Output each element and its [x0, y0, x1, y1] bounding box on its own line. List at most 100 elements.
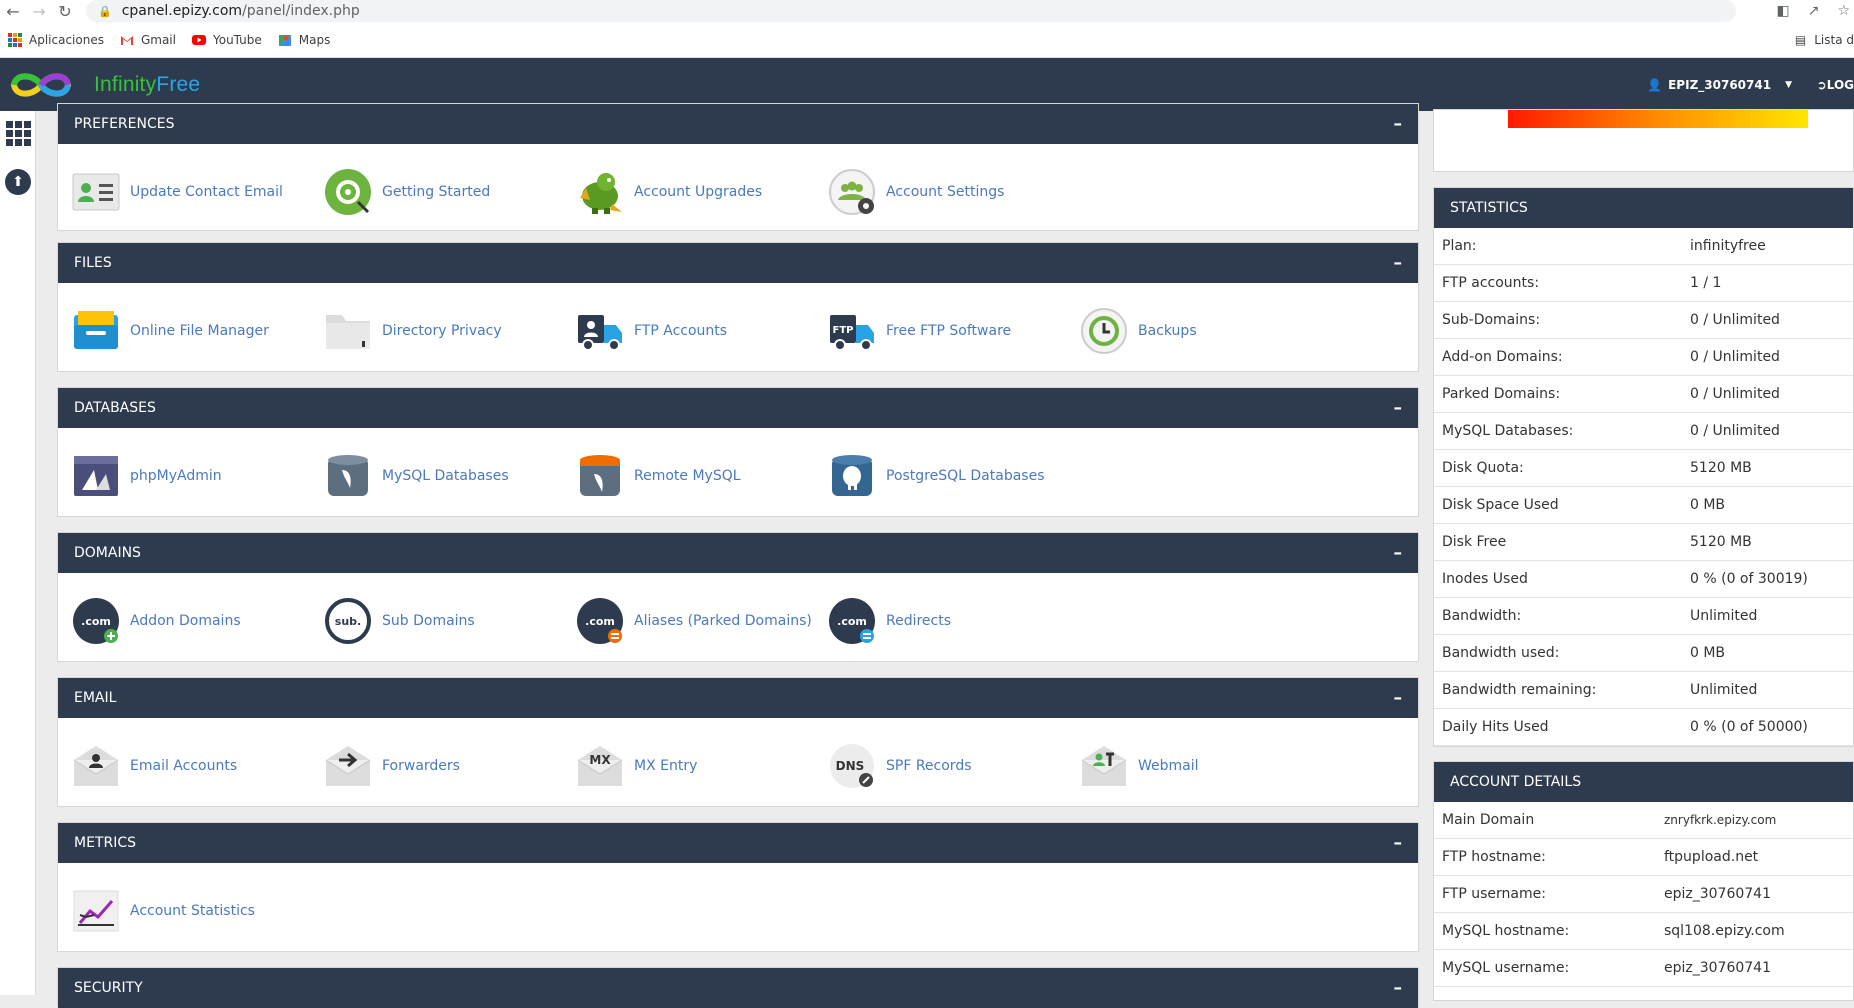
postgresql-icon — [832, 455, 872, 496]
stat-value: 1 / 1 — [1690, 275, 1722, 291]
collapse-icon[interactable]: – — [1394, 114, 1403, 134]
statistics-title: STATISTICS — [1434, 188, 1853, 228]
stat-label: Disk Space Used — [1442, 497, 1559, 513]
user-icon: 👤 — [1647, 77, 1663, 92]
item-account-statistics[interactable]: Account Statistics — [72, 887, 255, 935]
stat-label: Bandwidth: — [1442, 608, 1522, 624]
caret-down-icon: ▼ — [1785, 79, 1792, 90]
address-bar[interactable]: 🔒 cpanel.epizy.com/panel/index.php — [86, 0, 1736, 22]
item-mx-entry[interactable]: MX MX Entry — [576, 742, 697, 790]
bookmark-apps[interactable]: Aplicaciones — [8, 32, 104, 47]
item-redirects[interactable]: .com Redirects — [828, 597, 951, 645]
panel-title: SECURITY — [74, 980, 143, 996]
reading-list-label[interactable]: Lista d — [1814, 33, 1854, 47]
stat-label: Bandwidth remaining: — [1442, 682, 1597, 698]
collapse-icon[interactable]: – — [1394, 978, 1403, 998]
youtube-icon — [191, 34, 206, 45]
collapse-icon[interactable]: – — [1394, 253, 1403, 273]
bookmark-maps[interactable]: Maps — [278, 32, 331, 47]
item-aliases-parked-domains[interactable]: .com Aliases (Parked Domains) — [576, 597, 812, 645]
collapse-icon[interactable]: – — [1394, 398, 1403, 418]
item-online-file-manager[interactable]: Online File Manager — [72, 307, 269, 355]
stat-row: FTP username: epiz_30760741 — [1434, 876, 1853, 913]
panel-databases: DATABASES – phpMyAdmin MySQL Databases R… — [57, 387, 1419, 517]
user-menu[interactable]: 👤 EPIZ_30760741 ▼ — [1647, 78, 1792, 92]
addon-domain-icon: .com — [73, 598, 119, 644]
account-settings-icon — [829, 169, 875, 215]
stat-row: Bandwidth remaining: Unlimited — [1434, 672, 1853, 709]
reload-icon[interactable]: ↻ — [52, 2, 78, 21]
stat-label: Inodes Used — [1442, 571, 1528, 587]
item-mysql-databases[interactable]: MySQL Databases — [324, 452, 509, 500]
panel-title: METRICS — [74, 835, 136, 851]
redirect-icon: .com — [829, 598, 875, 644]
item-account-settings[interactable]: Account Settings — [828, 168, 1004, 216]
stat-value: 0 / Unlimited — [1690, 423, 1780, 439]
subdomain-icon: sub. — [325, 598, 371, 644]
item-webmail[interactable]: Webmail — [1080, 742, 1199, 790]
panel-body: phpMyAdmin MySQL Databases Remote MySQL … — [58, 428, 1418, 518]
item-ftp-accounts[interactable]: FTP Accounts — [576, 307, 727, 355]
collapse-icon[interactable]: – — [1394, 833, 1403, 853]
share-icon[interactable]: ↗ — [1808, 3, 1820, 19]
stat-row: Main Domain znryfkrk.epizy.com — [1434, 802, 1853, 839]
ftp-accounts-icon — [578, 315, 622, 351]
svg-text:MX: MX — [589, 753, 611, 767]
bookmark-gmail[interactable]: Gmail — [120, 33, 176, 47]
stat-row: Plan: infinityfree — [1434, 228, 1853, 265]
stat-label: Daily Hits Used — [1442, 719, 1549, 735]
bookmark-label: Maps — [298, 32, 331, 47]
bookmark-star-icon[interactable]: ☆ — [1837, 3, 1850, 19]
item-directory-privacy[interactable]: Directory Privacy — [324, 307, 502, 355]
stat-label: Main Domain — [1442, 812, 1535, 828]
panel-header: SECURITY – — [58, 968, 1418, 1008]
bookmarks-bar: Aplicaciones Gmail YouTube Maps ▤ Lista … — [0, 22, 1854, 58]
item-getting-started[interactable]: Getting Started — [324, 168, 490, 216]
upload-icon[interactable]: ⬆ — [5, 169, 31, 195]
stat-row: Sub-Domains: 0 / Unlimited — [1434, 302, 1853, 339]
stat-label: Disk Free — [1442, 534, 1507, 550]
stat-row: Inodes Used 0 % (0 of 30019) — [1434, 561, 1853, 598]
back-arrow-icon[interactable]: ← — [0, 2, 26, 21]
panel-body: Online File Manager Directory Privacy FT… — [58, 283, 1418, 373]
item-free-ftp-software[interactable]: FTP Free FTP Software — [828, 307, 1011, 355]
stat-row: Bandwidth: Unlimited — [1434, 598, 1853, 635]
stat-row: Daily Hits Used 0 % (0 of 50000) — [1434, 709, 1853, 746]
item-update-contact-email[interactable]: Update Contact Email — [72, 168, 283, 216]
item-sub-domains[interactable]: sub. Sub Domains — [324, 597, 475, 645]
stat-value: sql108.epizy.com — [1664, 923, 1785, 939]
bookmark-youtube[interactable]: YouTube — [191, 33, 262, 47]
svg-text:DNS: DNS — [836, 759, 865, 773]
stat-value: 0 % (0 of 30019) — [1690, 571, 1808, 587]
item-account-upgrades[interactable]: Account Upgrades — [576, 168, 762, 216]
item-email-accounts[interactable]: Email Accounts — [72, 742, 237, 790]
folder-lock-icon — [326, 315, 370, 349]
item-postgresql-databases[interactable]: PostgreSQL Databases — [828, 452, 1045, 500]
usage-box — [1433, 109, 1854, 172]
translate-icon[interactable]: ◧ — [1776, 3, 1789, 19]
contact-card-icon — [72, 173, 120, 211]
logo[interactable]: InfinityFree — [8, 70, 200, 100]
getting-started-icon — [325, 169, 371, 215]
collapse-icon[interactable]: – — [1394, 543, 1403, 563]
collapse-icon[interactable]: – — [1394, 688, 1403, 708]
file-manager-icon — [74, 311, 118, 349]
apps-grid-icon[interactable] — [6, 121, 31, 146]
stat-row: Add-on Domains: 0 / Unlimited — [1434, 339, 1853, 376]
panel-title: DOMAINS — [74, 545, 141, 561]
panel-body: Account Statistics — [58, 863, 1418, 953]
bookmark-label: Gmail — [140, 32, 176, 47]
usage-gradient-bar — [1508, 110, 1808, 128]
item-forwarders[interactable]: Forwarders — [324, 742, 460, 790]
item-spf-records[interactable]: DNS SPF Records — [828, 742, 972, 790]
panel-header: EMAIL – — [58, 678, 1418, 718]
left-rail: ⬆ — [0, 111, 36, 995]
forward-arrow-icon[interactable]: → — [26, 2, 52, 21]
item-addon-domains[interactable]: .com Addon Domains — [72, 597, 241, 645]
panel-header: METRICS – — [58, 823, 1418, 863]
item-remote-mysql[interactable]: Remote MySQL — [576, 452, 741, 500]
logout-link[interactable]: ➲LOG — [1817, 78, 1854, 92]
item-backups[interactable]: Backups — [1080, 307, 1197, 355]
reading-list-icon[interactable]: ▤ — [1795, 33, 1806, 47]
item-phpmyadmin[interactable]: phpMyAdmin — [72, 452, 222, 500]
